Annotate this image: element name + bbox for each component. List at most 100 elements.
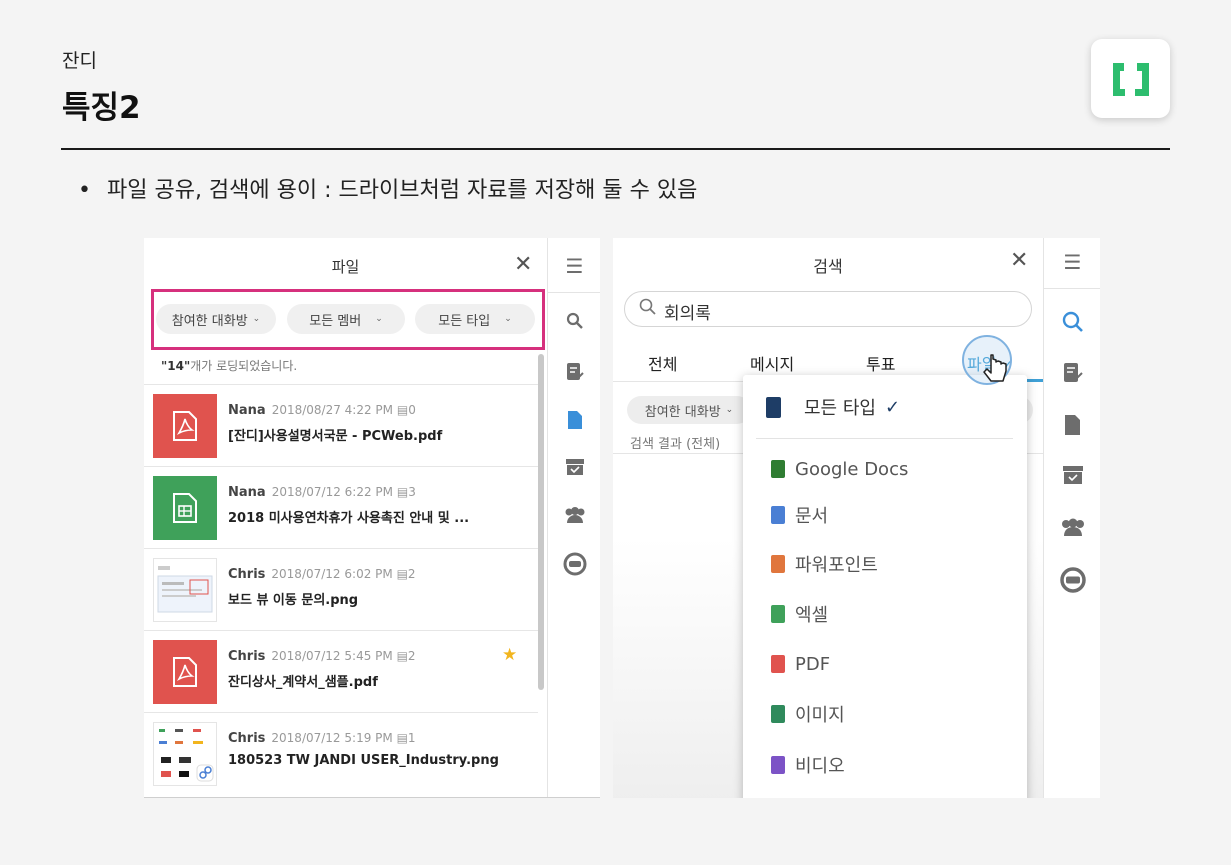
file-name: 보드 뷰 이동 문의.png: [228, 593, 359, 608]
screenshot-preview-icon: [157, 566, 213, 613]
dropdown-item-image[interactable]: 이미지: [771, 700, 845, 728]
google-docs-icon: [771, 460, 785, 478]
scrollbar[interactable]: [538, 354, 544, 690]
image-icon: [771, 705, 785, 723]
menu-icon[interactable]: ☰: [548, 254, 600, 278]
members-icon[interactable]: [1044, 517, 1100, 542]
dropdown-item-excel[interactable]: 엑셀: [771, 600, 828, 628]
rail-divider: [1044, 288, 1100, 289]
members-icon[interactable]: [548, 506, 600, 529]
close-icon[interactable]: ✕: [514, 254, 532, 276]
search-panel-title: 검색: [813, 257, 843, 276]
filter-chatroom[interactable]: 참여한 대화방 ⌄: [627, 396, 751, 424]
file-name: 잔디상사_계약서_샘플.pdf: [228, 675, 378, 690]
file-name: [잔디]사용설명서국문 - PCWeb.pdf: [228, 429, 443, 444]
comment-count: 2: [407, 649, 416, 663]
search-input[interactable]: 회의록: [624, 291, 1032, 327]
file-name: 2018 미사용연차휴가 사용촉진 안내 및 ...: [228, 511, 470, 526]
comment-count: 1: [407, 731, 416, 745]
file-icon[interactable]: [548, 410, 600, 435]
right-sidebar: ☰: [1043, 238, 1100, 798]
dropdown-item-label: 모든 타입: [804, 398, 876, 419]
file-name: 180523 TW JANDI USER_Industry.png: [228, 753, 499, 768]
image-thumbnail: [153, 722, 217, 786]
connect-icon[interactable]: [548, 552, 600, 581]
file-meta: Chris 2018/07/12 5:19 PM ▤1: [228, 731, 416, 746]
dropdown-item-pdf[interactable]: PDF: [771, 650, 830, 678]
dropdown-item-label: 엑셀: [795, 605, 829, 626]
dropdown-item-label: 문서: [795, 506, 829, 527]
dropdown-divider: [756, 438, 1013, 439]
dropdown-item-label: Google Docs: [795, 458, 909, 480]
tab-polls[interactable]: 투표: [866, 351, 895, 375]
file-meta: Chris 2018/07/12 6:02 PM ▤2: [228, 567, 416, 582]
tab-all[interactable]: 전체: [648, 351, 677, 375]
archive-icon[interactable]: [548, 458, 600, 481]
file-row[interactable]: Nana 2018/08/27 4:22 PM ▤0 [잔디]사용설명서국문 - …: [144, 384, 538, 465]
mouse-cursor-icon: [983, 353, 1009, 389]
file-icon: [766, 396, 781, 418]
file-icon[interactable]: [1044, 414, 1100, 441]
document-icon: [771, 506, 785, 524]
dropdown-item-label: PDF: [795, 653, 831, 675]
menu-icon[interactable]: ☰: [1044, 250, 1100, 274]
search-icon: [639, 298, 656, 320]
jandi-logo-icon: [1112, 62, 1149, 96]
pdf-thumbnail: [153, 640, 217, 704]
dropdown-item-all-types[interactable]: 모든 타입 ✓: [766, 393, 900, 421]
file-author: Nana: [228, 403, 266, 418]
file-author: Chris: [228, 649, 266, 664]
powerpoint-icon: [771, 555, 785, 573]
file-meta: Chris 2018/07/12 5:45 PM ▤2: [228, 649, 416, 664]
comment-count: 0: [408, 403, 416, 417]
dropdown-item-label: 이미지: [795, 705, 845, 726]
file-meta: Nana 2018/08/27 4:22 PM ▤0: [228, 403, 416, 418]
search-icon[interactable]: [548, 312, 600, 335]
image-thumbnail: [153, 558, 217, 622]
search-icon[interactable]: [1044, 311, 1100, 338]
dropdown-item-video[interactable]: 비디오: [771, 751, 845, 779]
file-row[interactable]: Chris 2018/07/12 5:45 PM ▤2 잔디상사_계약서_샘플.p…: [144, 630, 538, 711]
filter-type[interactable]: 모든 타입 ⌄: [415, 304, 535, 334]
search-panel-screenshot: 검색 ✕ 회의록 전체 메시지 투표 파일 ✓ 참여한 대화방 ⌄ 검색 결과 (…: [613, 238, 1100, 798]
file-author: Chris: [228, 567, 266, 582]
pdf-icon: [173, 657, 197, 687]
section-eyebrow: 잔디: [62, 50, 97, 72]
connect-icon[interactable]: [1044, 566, 1100, 599]
dropdown-item-google-docs[interactable]: Google Docs: [771, 455, 908, 483]
file-author: Chris: [228, 731, 266, 746]
chevron-down-icon: ⌄: [375, 314, 383, 324]
filter-chatroom-label: 참여한 대화방: [644, 404, 721, 420]
filter-type-label: 모든 타입: [438, 313, 491, 329]
archive-icon[interactable]: [1044, 465, 1100, 490]
loaded-suffix: 개가 로딩되었습니다.: [190, 359, 298, 373]
file-panel-title: 파일: [331, 258, 360, 276]
search-query: 회의록: [664, 304, 711, 324]
file-row[interactable]: Chris 2018/07/12 6:02 PM ▤2 보드 뷰 이동 문의.pn…: [144, 548, 538, 629]
star-icon[interactable]: ★: [502, 645, 517, 665]
video-icon: [771, 756, 785, 774]
file-row[interactable]: Nana 2018/07/12 6:22 PM ▤3 2018 미사용연차휴가 사…: [144, 466, 538, 547]
dropdown-item-powerpoint[interactable]: 파워포인트: [771, 550, 878, 578]
pdf-icon: [771, 655, 785, 673]
close-icon[interactable]: ✕: [1010, 250, 1028, 272]
filter-chatroom[interactable]: 참여한 대화방 ⌄: [156, 304, 276, 334]
comment-count: 2: [407, 567, 416, 581]
filter-members[interactable]: 모든 멤버 ⌄: [287, 304, 405, 334]
todo-icon[interactable]: [548, 362, 600, 387]
file-row[interactable]: Chris 2018/07/12 5:19 PM ▤1 180523 TW JAN…: [144, 712, 538, 793]
dropdown-item-document[interactable]: 문서: [771, 501, 828, 529]
page-title: 특징2: [62, 90, 141, 126]
search-results-label: 검색 결과 (전체): [630, 437, 721, 452]
todo-icon[interactable]: [1044, 362, 1100, 389]
file-meta: Nana 2018/07/12 6:22 PM ▤3: [228, 485, 416, 500]
pdf-icon: [173, 411, 197, 441]
title-divider: [61, 148, 1170, 150]
spreadsheet-icon: [173, 493, 197, 523]
jandi-logo: [1091, 39, 1170, 118]
tab-messages[interactable]: 메시지: [750, 351, 794, 375]
dropdown-item-label: 파워포인트: [795, 555, 878, 576]
loaded-count: "14": [161, 359, 191, 373]
excel-icon: [771, 605, 785, 623]
comment-count: 3: [408, 485, 416, 499]
